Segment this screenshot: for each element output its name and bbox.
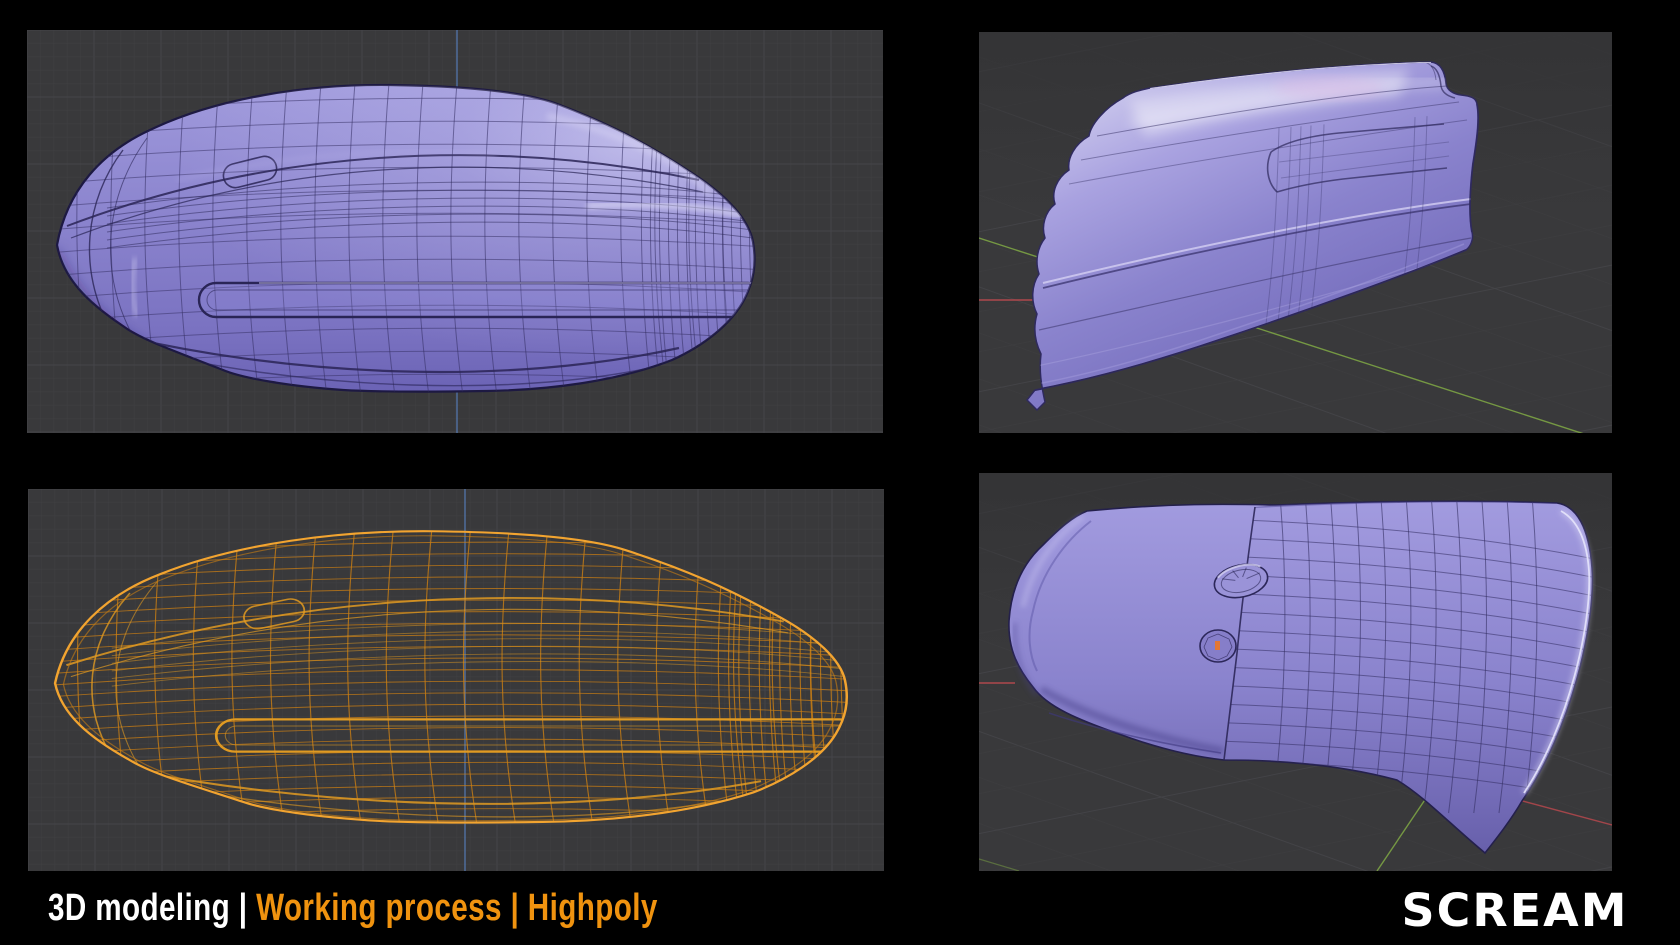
viewport-wireframe-side-view <box>28 489 884 871</box>
scream-logo: SCREAM <box>1401 884 1628 937</box>
viewport-shaded-side-view <box>27 30 883 433</box>
caption-category: 3D modeling | <box>48 887 257 929</box>
viewport-shaded-wireframe-perspective-view <box>979 473 1612 871</box>
viewport-shaded-perspective-view <box>979 32 1612 433</box>
caption-detail: Working process | Highpoly <box>256 887 658 929</box>
portfolio-collage-page: 3D modeling | Working process | Highpoly… <box>0 0 1680 945</box>
caption: 3D modeling | Working process | Highpoly <box>48 887 658 930</box>
